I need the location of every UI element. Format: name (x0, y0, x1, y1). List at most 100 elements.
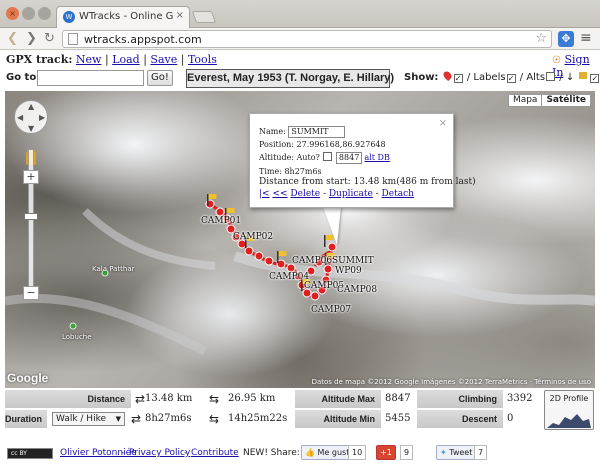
pan-right-icon[interactable]: ▶ (39, 113, 45, 122)
browser-tab[interactable]: W WTracks - Online GPX track × (56, 6, 190, 28)
prev-point-link[interactable]: << (272, 189, 287, 199)
detach-link[interactable]: Detach (382, 189, 414, 199)
map-type-toggle: Mapa Satélite (507, 94, 591, 107)
duration-value: 8h27m6s (145, 413, 192, 424)
track-title[interactable]: Everest, May 1953 (T. Norgay, E. Hillary… (186, 69, 394, 88)
map-type-map-button[interactable]: Mapa (509, 95, 542, 106)
duration-label: Duration (5, 410, 47, 428)
activity-select[interactable]: Walk / Hike ▼ (52, 412, 125, 426)
name-input[interactable]: SUMMIT (288, 126, 346, 138)
tweet-label: Tweet (449, 448, 473, 457)
zoom-in-button[interactable]: + (23, 170, 39, 184)
swap-arrows-icon: ⇆ (209, 392, 220, 406)
altitude-max-label: Altitude Max (295, 390, 381, 408)
tweet-button[interactable]: ✦ Tweet (436, 445, 477, 460)
zoom-out-button[interactable]: − (23, 286, 39, 300)
menu-load[interactable]: Load (112, 53, 140, 66)
popup-actions: |< << Delete - Duplicate - Detach (259, 189, 414, 199)
new-tab-button[interactable] (191, 11, 217, 23)
map-type-satellite-button[interactable]: Satélite (541, 95, 590, 106)
window-close-button[interactable]: × (6, 7, 19, 20)
zoom-slider-handle[interactable] (24, 213, 38, 220)
pan-up-icon[interactable]: ▲ (28, 102, 34, 111)
window-minimize-button[interactable] (22, 7, 35, 20)
first-point-link[interactable]: |< (259, 189, 270, 199)
labels-label: Labels (473, 72, 506, 83)
show-sep-1: / (466, 72, 471, 83)
delete-link[interactable]: Delete (290, 189, 320, 199)
duplicate-link[interactable]: Duplicate (329, 189, 373, 199)
privacy-policy-link[interactable]: Privacy Policy (129, 448, 190, 458)
menu-tools[interactable]: Tools (188, 53, 217, 66)
forward-arrow-icon[interactable]: ❯ (26, 31, 37, 46)
cc-license-badge[interactable]: cc BY (7, 448, 53, 459)
twitter-bird-icon: ✦ (440, 448, 447, 457)
track-point[interactable] (244, 246, 254, 256)
show-alts-checkbox[interactable] (546, 72, 556, 81)
climbing-label: Climbing (417, 390, 503, 408)
map-label-camp02: CAMP02 (233, 232, 274, 242)
reload-icon[interactable]: ↻ (44, 31, 55, 46)
track-point[interactable] (215, 207, 225, 217)
map-label-wp09: WP09 (335, 266, 362, 276)
distance-text: Distance from start: 13.48 km(486 m from… (259, 177, 476, 187)
alts-label: Alts (526, 72, 546, 83)
new-share-label: NEW! Share: (243, 448, 300, 458)
map-label-camp06: CAMP06 (292, 256, 333, 266)
pan-down-icon[interactable]: ▼ (28, 124, 34, 133)
back-arrow-icon[interactable]: ❮ (7, 31, 18, 46)
window-maximize-button[interactable] (38, 7, 51, 20)
name-label: Name: (259, 127, 286, 136)
browser-menu-icon[interactable]: ≡ (580, 30, 592, 46)
distance-value: 13.48 km (145, 393, 193, 404)
show-sep-2: / (519, 72, 524, 83)
map-attribution[interactable]: Datos de mapa ©2012 Google Imágenes ©201… (312, 378, 591, 386)
track-point[interactable] (310, 291, 320, 301)
duration-total: 14h25m22s (228, 413, 288, 424)
descent-value: 0 (507, 413, 514, 424)
goto-label: Go to: (6, 72, 41, 83)
show-markers-checkbox[interactable]: ✓ (453, 74, 463, 83)
page-icon (68, 33, 78, 45)
show-labels-checkbox[interactable]: ✓ (506, 74, 516, 83)
distance-total: 26.95 km (228, 393, 276, 404)
track-point[interactable] (254, 251, 264, 261)
address-bar[interactable]: wtracks.appspot.com ☆ (62, 30, 552, 48)
swap-arrows-icon: ⇄ (131, 412, 142, 426)
extension-icon[interactable]: ✥ (558, 31, 574, 47)
close-icon[interactable]: × (439, 118, 447, 129)
show-controls: Show: ✓ / Labels ✓ / Alts / ↓ ✓ (404, 69, 600, 83)
app-label: GPX track: (6, 53, 73, 66)
bookmark-star-icon[interactable]: ☆ (535, 31, 547, 46)
alt-db-link[interactable]: alt DB (364, 153, 389, 162)
google-plus-button[interactable]: +1 (376, 445, 396, 460)
facebook-like-icon: 👍 (305, 448, 315, 457)
altitude-input[interactable]: 8847 (335, 152, 362, 164)
author-link[interactable]: Olivier Potonniée (60, 448, 137, 458)
glacier-streak (82, 208, 216, 270)
poi-label-lobuche: Lobuche (62, 333, 92, 341)
track-point[interactable] (264, 256, 274, 266)
footer-separator: - (184, 448, 188, 458)
menu-save[interactable]: Save (150, 53, 177, 66)
pan-control[interactable]: ▲ ▼ ◀ ▶ (14, 100, 48, 134)
show-flags-checkbox[interactable]: ✓ (590, 74, 600, 83)
map-label-summit: SUMMIT (332, 256, 374, 266)
distance-label: Distance (5, 390, 131, 408)
show-sep-3: / (559, 72, 563, 83)
poi-marker[interactable] (69, 322, 77, 330)
browser-titlebar: × W WTracks - Online GPX track × (0, 0, 600, 28)
track-point[interactable] (323, 264, 333, 274)
menu-new[interactable]: New (76, 53, 102, 66)
goto-button[interactable]: Go! (147, 70, 173, 86)
arrow-down-icon: ↓ (565, 72, 575, 83)
popup-tail (323, 207, 341, 245)
altitude-min-label: Altitude Min (295, 410, 381, 428)
tab-close-icon[interactable]: × (176, 10, 184, 21)
pan-left-icon[interactable]: ◀ (17, 113, 23, 122)
contribute-link[interactable]: Contribute (191, 448, 239, 458)
profile-2d-button[interactable]: 2D Profile (544, 390, 594, 430)
facebook-like-count: 10 (348, 445, 367, 460)
altitude-auto-checkbox[interactable] (323, 152, 333, 161)
goto-input[interactable] (37, 70, 144, 86)
